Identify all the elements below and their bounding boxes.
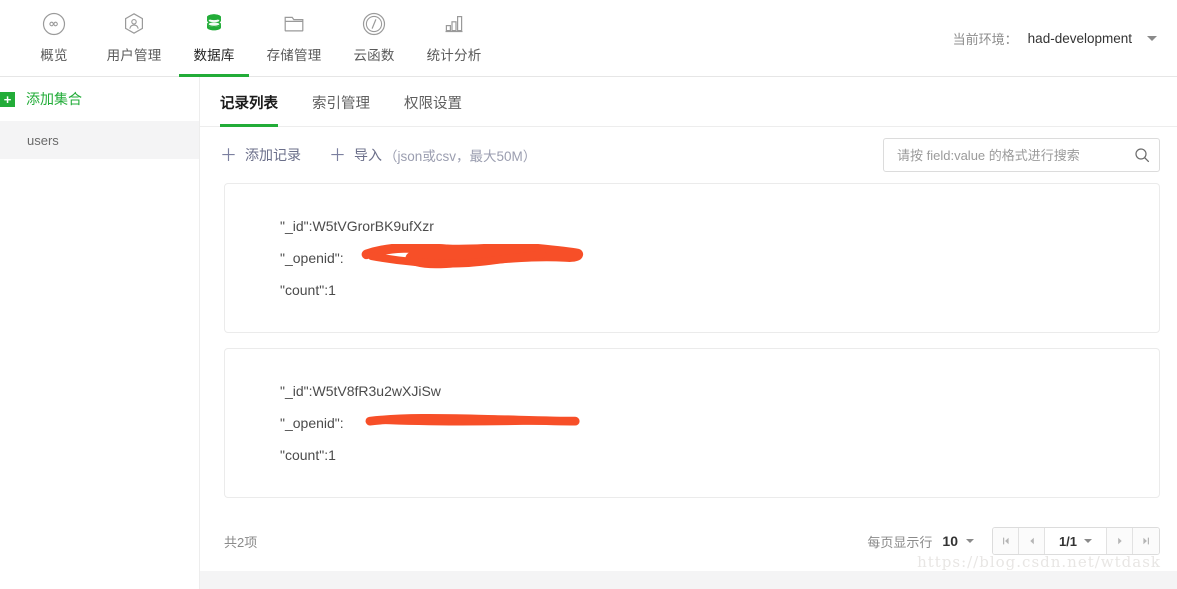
collection-name: users xyxy=(27,132,59,148)
main-content: 记录列表 索引管理 权限设置 ＋ 添加记录 ＋ 导入 （json或csv，最大5… xyxy=(200,77,1177,589)
page-indicator-label: 1/1 xyxy=(1058,533,1078,549)
nav-label-statistics: 统计分析 xyxy=(426,48,482,63)
plus-square-icon: + xyxy=(0,91,15,107)
next-page-icon xyxy=(1117,537,1122,545)
total-count-text: 共2项 xyxy=(224,534,258,550)
top-nav-items: 概览 用户管理 数据库 存储管理 云函数 统计分析 xyxy=(0,0,494,77)
record-field-id: "_id":W5tV8fR3u2wXJiSw xyxy=(280,383,441,399)
tab-index-management[interactable]: 索引管理 xyxy=(312,78,370,126)
records-list: "_id":W5tVGrorBK9ufXzr "_openid": "count… xyxy=(200,183,1177,498)
chevron-down-icon-page-size[interactable] xyxy=(966,539,974,543)
redaction-mark xyxy=(361,244,584,269)
search-icon[interactable] xyxy=(1134,147,1150,163)
tab-permission-settings[interactable]: 权限设置 xyxy=(404,78,462,126)
user-hexagon-icon xyxy=(122,11,146,37)
pagination-buttons: 1/1 xyxy=(992,527,1160,555)
plus-icon: ＋ xyxy=(220,145,237,165)
page-size-value[interactable]: 10 xyxy=(942,533,958,549)
environment-value[interactable]: had-development xyxy=(1028,31,1132,46)
nav-item-storage-management[interactable]: 存储管理 xyxy=(254,0,334,76)
import-button[interactable]: ＋ 导入 （json或csv，最大50M） xyxy=(329,145,536,165)
prev-page-button[interactable] xyxy=(1019,528,1045,554)
prev-page-icon xyxy=(1029,537,1034,545)
nav-label-database: 数据库 xyxy=(193,48,235,63)
last-page-button[interactable] xyxy=(1133,528,1159,554)
nav-item-user-management[interactable]: 用户管理 xyxy=(94,0,174,76)
nav-label-storage-management: 存储管理 xyxy=(266,48,322,63)
infinity-circle-icon xyxy=(42,11,66,37)
record-field-count: "count":1 xyxy=(280,447,336,463)
bar-chart-icon xyxy=(442,11,466,37)
tab-record-list[interactable]: 记录列表 xyxy=(220,78,278,127)
record-field-id: "_id":W5tVGrorBK9ufXzr xyxy=(280,218,434,234)
collection-sidebar: + 添加集合 users xyxy=(0,77,200,589)
last-page-icon xyxy=(1143,537,1149,545)
page-size-label: 每页显示行 xyxy=(867,534,933,550)
chevron-down-icon-page[interactable] xyxy=(1084,539,1093,543)
database-panel: 记录列表 索引管理 权限设置 ＋ 添加记录 ＋ 导入 （json或csv，最大5… xyxy=(200,77,1177,571)
nav-item-statistics[interactable]: 统计分析 xyxy=(414,0,494,76)
top-navigation-bar: 概览 用户管理 数据库 存储管理 云函数 统计分析 当前环境： had-deve… xyxy=(0,0,1177,77)
search-box[interactable] xyxy=(883,138,1160,172)
chevron-down-icon[interactable] xyxy=(1147,35,1157,41)
nav-label-cloud-function: 云函数 xyxy=(353,48,395,63)
add-collection-button[interactable]: + 添加集合 xyxy=(0,77,199,121)
tab-label-index-management: 索引管理 xyxy=(312,95,370,112)
first-page-button[interactable] xyxy=(993,528,1019,554)
record-card[interactable]: "_id":W5tV8fR3u2wXJiSw "_openid": "count… xyxy=(224,348,1160,498)
environment-label: 当前环境： xyxy=(952,31,1018,47)
add-collection-label: 添加集合 xyxy=(26,91,82,107)
environment-selector[interactable]: 当前环境： had-development xyxy=(953,0,1177,76)
record-openid-key: "_openid": xyxy=(280,415,344,431)
record-card[interactable]: "_id":W5tVGrorBK9ufXzr "_openid": "count… xyxy=(224,183,1160,333)
page-layout: + 添加集合 users 记录列表 索引管理 权限设置 ＋ 添加记录 ＋ 导入 … xyxy=(0,77,1177,589)
page-indicator[interactable]: 1/1 xyxy=(1045,528,1107,554)
cloud-function-icon xyxy=(362,11,386,37)
record-openid-key: "_openid": xyxy=(280,250,344,266)
next-page-button[interactable] xyxy=(1107,528,1133,554)
record-field-openid: "_openid": xyxy=(280,407,1159,439)
import-label: 导入 xyxy=(354,147,382,163)
record-field-count: "count":1 xyxy=(280,282,336,298)
tab-label-record-list: 记录列表 xyxy=(220,95,278,112)
redaction-mark xyxy=(365,413,580,426)
folder-icon xyxy=(282,11,306,37)
nav-item-cloud-function[interactable]: 云函数 xyxy=(334,0,414,76)
first-page-icon xyxy=(1002,537,1009,545)
sidebar-item-users[interactable]: users xyxy=(0,121,199,159)
nav-label-user-management: 用户管理 xyxy=(106,48,162,63)
record-field-openid: "_openid": xyxy=(280,242,1159,274)
nav-item-overview[interactable]: 概览 xyxy=(14,0,94,76)
records-toolbar: ＋ 添加记录 ＋ 导入 （json或csv，最大50M） xyxy=(200,127,1177,183)
import-note: （json或csv，最大50M） xyxy=(384,149,537,164)
watermark: https://blog.csdn.net/wtdask xyxy=(917,553,1161,571)
pagination: 每页显示行 10 1/1 xyxy=(867,527,1160,555)
nav-label-overview: 概览 xyxy=(40,48,68,63)
add-record-button[interactable]: ＋ 添加记录 xyxy=(220,145,301,165)
database-icon xyxy=(202,11,226,37)
search-input[interactable] xyxy=(895,146,1134,164)
tab-label-permission-settings: 权限设置 xyxy=(404,95,462,112)
nav-item-database[interactable]: 数据库 xyxy=(174,0,254,77)
panel-tabs: 记录列表 索引管理 权限设置 xyxy=(200,77,1177,127)
plus-icon-import: ＋ xyxy=(329,145,346,165)
add-record-label: 添加记录 xyxy=(245,147,301,163)
